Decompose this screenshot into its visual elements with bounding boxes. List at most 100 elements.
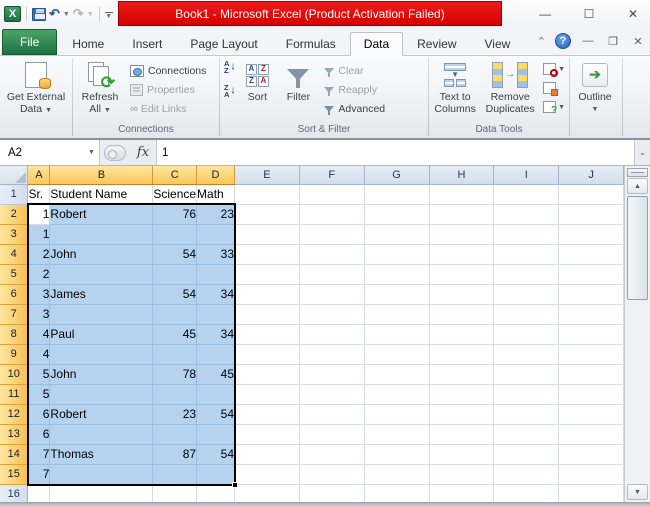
cell-J5[interactable] (558, 264, 624, 285)
cell-C6[interactable]: 54 (152, 284, 198, 305)
cell-A12[interactable]: 6 (27, 404, 51, 425)
cell-I3[interactable] (493, 224, 560, 245)
cell-E5[interactable] (234, 264, 300, 285)
cell-F1[interactable] (299, 184, 365, 205)
cell-A14[interactable]: 7 (27, 444, 51, 465)
cell-D2[interactable]: 23 (196, 204, 236, 225)
cell-A4[interactable]: 2 (27, 244, 51, 265)
cell-H16[interactable] (429, 484, 495, 502)
cell-F5[interactable] (299, 264, 365, 285)
cell-H1[interactable] (429, 184, 495, 205)
cell-B16[interactable] (49, 484, 154, 502)
row-header-8[interactable]: 8 (0, 324, 29, 345)
scrollbar-split-handle[interactable] (627, 168, 648, 177)
text-to-columns-button[interactable]: ▼ Text to Columns (430, 57, 480, 123)
cell-H2[interactable] (429, 204, 495, 225)
cell-I14[interactable] (493, 444, 560, 465)
cell-B7[interactable] (49, 304, 154, 325)
cell-G10[interactable] (364, 364, 430, 385)
cell-C13[interactable] (152, 424, 198, 445)
cell-F2[interactable] (299, 204, 365, 225)
cell-D10[interactable]: 45 (196, 364, 236, 385)
cell-B9[interactable] (49, 344, 154, 365)
column-header-J[interactable]: J (558, 166, 624, 185)
cell-A1[interactable]: Sr. (27, 184, 51, 205)
cell-E7[interactable] (234, 304, 300, 325)
cell-A11[interactable]: 5 (27, 384, 51, 405)
row-header-6[interactable]: 6 (0, 284, 29, 305)
cell-J3[interactable] (558, 224, 624, 245)
cell-J1[interactable] (558, 184, 624, 205)
row-header-16[interactable]: 16 (0, 484, 29, 502)
connections-button[interactable]: Connections (126, 61, 210, 80)
cell-C1[interactable]: Science (152, 184, 198, 205)
cell-C10[interactable]: 78 (152, 364, 198, 385)
tab-data[interactable]: Data (349, 32, 404, 56)
undo-dropdown-icon[interactable]: ▼ (63, 11, 70, 18)
excel-app-icon[interactable]: X (4, 6, 21, 22)
cell-B10[interactable]: John (49, 364, 154, 385)
cell-D13[interactable] (196, 424, 236, 445)
row-header-3[interactable]: 3 (0, 224, 29, 245)
sort-ascending-button[interactable]: AZ ↓ (221, 59, 238, 75)
cell-E13[interactable] (234, 424, 300, 445)
cell-G15[interactable] (364, 464, 430, 485)
cell-H3[interactable] (429, 224, 495, 245)
cell-E9[interactable] (234, 344, 300, 365)
cell-H12[interactable] (429, 404, 495, 425)
cell-E8[interactable] (234, 324, 300, 345)
cell-G12[interactable] (364, 404, 430, 425)
workbook-minimize-icon[interactable]: — (580, 35, 596, 47)
help-icon[interactable]: ? (555, 33, 571, 49)
cell-B6[interactable]: James (49, 284, 154, 305)
cell-D12[interactable]: 54 (196, 404, 236, 425)
cell-I1[interactable] (493, 184, 560, 205)
outline-button[interactable]: ➔ Outline ▼ (571, 57, 619, 123)
cell-G8[interactable] (364, 324, 430, 345)
cell-E1[interactable] (234, 184, 300, 205)
cell-I7[interactable] (493, 304, 560, 325)
minimize-button[interactable]: — (534, 4, 556, 24)
cell-A16[interactable] (27, 484, 51, 502)
cell-A10[interactable]: 5 (27, 364, 51, 385)
cell-J12[interactable] (558, 404, 624, 425)
cell-J10[interactable] (558, 364, 624, 385)
refresh-all-button[interactable]: ⟳ Refresh All ▼ (74, 57, 126, 123)
cell-E11[interactable] (234, 384, 300, 405)
cell-G2[interactable] (364, 204, 430, 225)
cell-B15[interactable] (49, 464, 154, 485)
cell-A2[interactable]: 1 (27, 204, 51, 225)
column-header-H[interactable]: H (429, 166, 495, 185)
cell-I11[interactable] (493, 384, 560, 405)
cell-D4[interactable]: 33 (196, 244, 236, 265)
cell-B4[interactable]: John (49, 244, 154, 265)
row-header-4[interactable]: 4 (0, 244, 29, 265)
filter-button[interactable]: Filter (276, 57, 320, 123)
cell-F14[interactable] (299, 444, 365, 465)
cell-F15[interactable] (299, 464, 365, 485)
cell-F16[interactable] (299, 484, 365, 502)
column-header-I[interactable]: I (493, 166, 560, 185)
cell-J15[interactable] (558, 464, 624, 485)
customize-qat-button[interactable]: ▼ (104, 10, 113, 20)
cell-F4[interactable] (299, 244, 365, 265)
cell-A6[interactable]: 3 (27, 284, 51, 305)
sort-descending-button[interactable]: ZA ↓ (221, 83, 238, 99)
cell-D16[interactable] (196, 484, 236, 502)
row-header-5[interactable]: 5 (0, 264, 29, 285)
cell-G11[interactable] (364, 384, 430, 405)
cell-F10[interactable] (299, 364, 365, 385)
cell-I10[interactable] (493, 364, 560, 385)
cell-C7[interactable] (152, 304, 198, 325)
cell-D7[interactable] (196, 304, 236, 325)
row-header-12[interactable]: 12 (0, 404, 29, 425)
close-button[interactable]: ✕ (622, 4, 644, 24)
row-header-10[interactable]: 10 (0, 364, 29, 385)
get-external-data-button[interactable]: Get External Data ▼ (1, 57, 71, 123)
cell-I9[interactable] (493, 344, 560, 365)
cell-E3[interactable] (234, 224, 300, 245)
cell-G6[interactable] (364, 284, 430, 305)
tab-view[interactable]: View (471, 32, 525, 56)
cell-H5[interactable] (429, 264, 495, 285)
cell-H15[interactable] (429, 464, 495, 485)
